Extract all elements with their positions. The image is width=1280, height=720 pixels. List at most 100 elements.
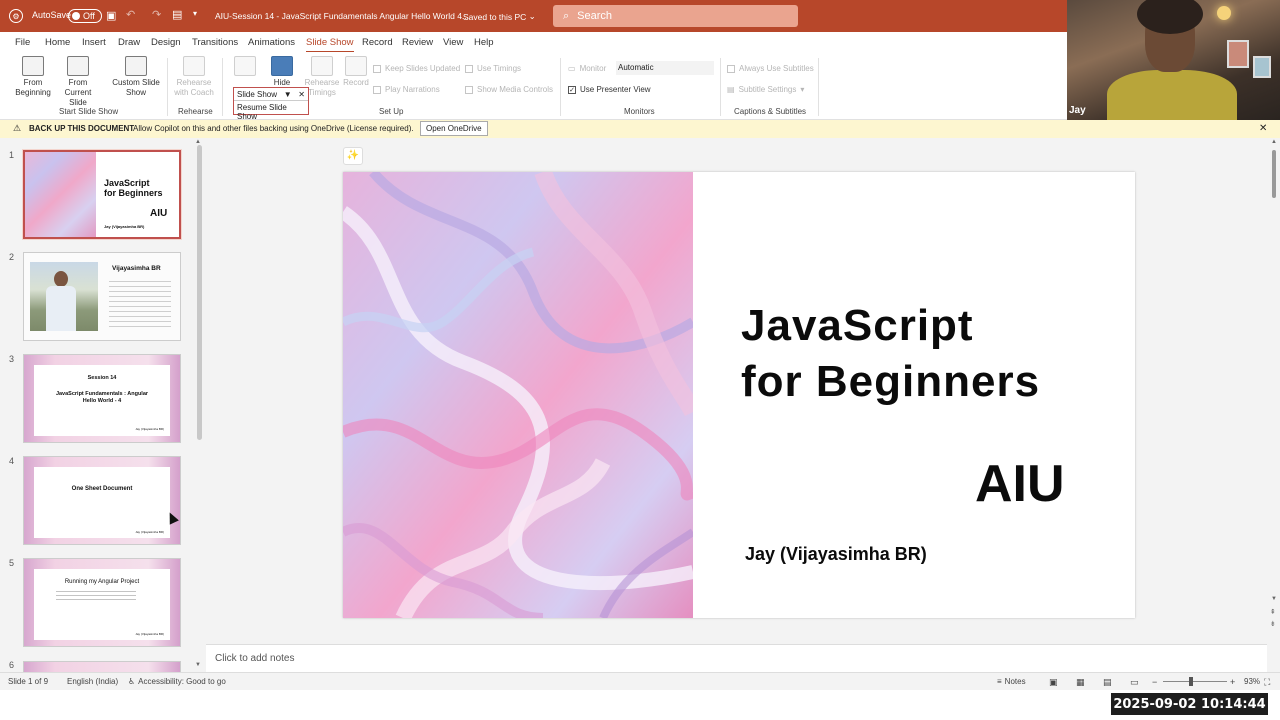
scroll-up-icon[interactable]: ▲ (195, 139, 201, 145)
present-icon[interactable]: ▤ (172, 8, 182, 21)
notes-icon: ≡ (997, 677, 1002, 686)
title-bar: ⚙ AutoSave Off ▣ ↶ ↷ ▤ ▾ AIU-Session 14 … (0, 0, 1067, 32)
normal-view-icon[interactable]: ▣ (1049, 677, 1058, 688)
slide-title[interactable]: JavaScript for Beginners (741, 298, 1040, 410)
zoom-level[interactable]: 93% (1244, 677, 1260, 686)
status-bar: Slide 1 of 9 English (India) ♿ Accessibil… (0, 672, 1280, 690)
monitor-select[interactable]: Automatic (616, 61, 714, 75)
thumb-title: One Sheet Document (71, 486, 133, 492)
save-status[interactable]: Saved to this PC ⌄ (463, 11, 536, 22)
notes-toggle-button[interactable]: ≡ Notes (997, 677, 1026, 686)
slide-body (34, 467, 170, 538)
coach-icon (183, 56, 205, 76)
slide-counter: Slide 1 of 9 (8, 677, 49, 686)
slide-thumbnail-3[interactable]: Session 14 JavaScript Fundamentals : Ang… (23, 354, 181, 443)
document-title: AIU-Session 14 - JavaScript Fundamentals… (215, 11, 470, 21)
tab-draw[interactable]: Draw (118, 37, 140, 48)
tab-review[interactable]: Review (402, 37, 433, 48)
group-separator (222, 58, 223, 116)
resume-slide-show-button[interactable]: Resume Slide Show (234, 101, 308, 121)
customize-toolbar-icon[interactable]: ▾ (193, 9, 197, 18)
setup-icon (234, 56, 256, 76)
zoom-out-icon[interactable]: − (1152, 677, 1157, 687)
tab-slide-show[interactable]: Slide Show (306, 37, 354, 53)
keep-slides-updated-checkbox[interactable]: Keep Slides Updated (373, 64, 460, 73)
slide-thumbnail-1[interactable]: JavaScript for Beginners AIU Jay (Vijaya… (22, 149, 182, 240)
tab-animations[interactable]: Animations (248, 37, 295, 48)
record-button[interactable]: Record (340, 56, 372, 88)
group-separator (167, 58, 168, 116)
subtitle-settings-dropdown[interactable]: ▤ Subtitle Settings ▾ (727, 85, 804, 94)
play-narrations-checkbox[interactable]: Play Narrations (373, 85, 440, 94)
next-slide-icon[interactable]: ⇟ (1270, 620, 1276, 628)
slide-number: 5 (9, 558, 15, 568)
show-media-controls-checkbox[interactable]: Show Media Controls (465, 85, 553, 94)
language-indicator[interactable]: English (India) (67, 677, 118, 686)
thumb-title-line2: for Beginners (104, 188, 163, 198)
open-onedrive-button[interactable]: Open OneDrive (420, 121, 488, 136)
close-icon[interactable]: ✕ (1259, 123, 1267, 134)
use-timings-checkbox[interactable]: Use Timings (465, 64, 521, 73)
slide-org-name[interactable]: AIU (975, 454, 1065, 514)
tab-design[interactable]: Design (151, 37, 181, 48)
tab-home[interactable]: Home (45, 37, 70, 48)
thumb-title-line2: Hello World - 4 (82, 398, 122, 404)
thumb-footer: Jay (Vijayasimha BR) (135, 427, 164, 431)
scroll-down-icon[interactable]: ▼ (195, 662, 201, 668)
redo-icon[interactable]: ↷ (152, 8, 161, 21)
autosave-toggle[interactable]: Off (68, 9, 102, 23)
rehearse-with-coach-button[interactable]: Rehearse with Coach (172, 56, 216, 98)
slide-show-view-icon[interactable]: ▭ (1130, 677, 1139, 688)
tab-transitions[interactable]: Transitions (192, 37, 238, 48)
from-beginning-button[interactable]: From Beginning (12, 56, 54, 98)
tab-insert[interactable]: Insert (82, 37, 106, 48)
slideshow-start-icon (22, 56, 44, 76)
save-icon[interactable]: ▣ (106, 9, 116, 22)
popup-title: Slide Show (237, 89, 278, 99)
fit-to-window-icon[interactable]: ⛶ (1264, 677, 1270, 688)
editor-scrollbar[interactable]: ▲ ▼ ⇞ ⇟ (1268, 138, 1280, 644)
hide-slide-button[interactable]: Hide (266, 56, 298, 88)
tab-record[interactable]: Record (362, 37, 393, 48)
slide-thumbnail-2[interactable]: Vijayasimha BR (23, 252, 181, 341)
group-separator (560, 58, 561, 116)
slide-author[interactable]: Jay (Vijayasimha BR) (745, 544, 927, 565)
slide-number: 3 (9, 354, 15, 364)
reading-view-icon[interactable]: ▤ (1103, 677, 1112, 688)
tab-view[interactable]: View (443, 37, 463, 48)
zoom-in-icon[interactable]: + (1230, 677, 1235, 687)
notes-pane[interactable]: Click to add notes (206, 644, 1267, 672)
current-slide[interactable]: JavaScript for Beginners AIU Jay (Vijaya… (343, 172, 1135, 618)
scroll-down-icon[interactable]: ▼ (1271, 596, 1277, 602)
close-icon[interactable]: ✕ (298, 90, 305, 99)
search-box[interactable]: ⌕ Search (553, 5, 798, 27)
slide-thumbnail-5[interactable]: Running my Angular Project Jay (Vijayasi… (23, 558, 181, 647)
use-presenter-view-checkbox[interactable]: ✓ Use Presenter View (568, 85, 651, 94)
custom-show-icon (125, 56, 147, 76)
from-current-slide-button[interactable]: From Current Slide (55, 56, 101, 108)
undo-icon[interactable]: ↶ (126, 8, 135, 21)
infobar-heading: BACK UP THIS DOCUMENT (29, 124, 135, 133)
slide-sorter-icon[interactable]: ▦ (1076, 677, 1085, 688)
designer-icon[interactable]: ✨ (343, 147, 363, 165)
scroll-thumb[interactable] (1272, 150, 1276, 198)
thumb-author: Jay (Vijayasimha BR) (104, 224, 145, 229)
accessibility-status[interactable]: ♿ Accessibility: Good to go (128, 677, 226, 686)
set-up-slide-show-button[interactable] (230, 56, 260, 78)
record-icon (345, 56, 367, 76)
zoom-slider-knob[interactable] (1189, 677, 1193, 686)
hide-slide-icon (271, 56, 293, 76)
previous-slide-icon[interactable]: ⇞ (1270, 608, 1276, 616)
zoom-slider[interactable] (1163, 681, 1227, 682)
marble-image (25, 152, 96, 237)
slide-thumbnail-6[interactable] (23, 661, 181, 672)
always-use-subtitles-checkbox[interactable]: Always Use Subtitles (727, 64, 814, 73)
thumbnail-scrollbar[interactable] (197, 145, 202, 440)
popup-dropdown-icon[interactable]: ▼ (284, 90, 292, 99)
custom-slide-show-button[interactable]: Custom Slide Show (110, 56, 162, 98)
scroll-up-icon[interactable]: ▲ (1271, 139, 1277, 145)
tab-file[interactable]: File (15, 37, 30, 48)
slide-thumbnail-4[interactable]: One Sheet Document Jay (Vijayasimha BR) (23, 456, 181, 545)
thumb-title-line1: JavaScript (104, 178, 150, 188)
tab-help[interactable]: Help (474, 37, 494, 48)
